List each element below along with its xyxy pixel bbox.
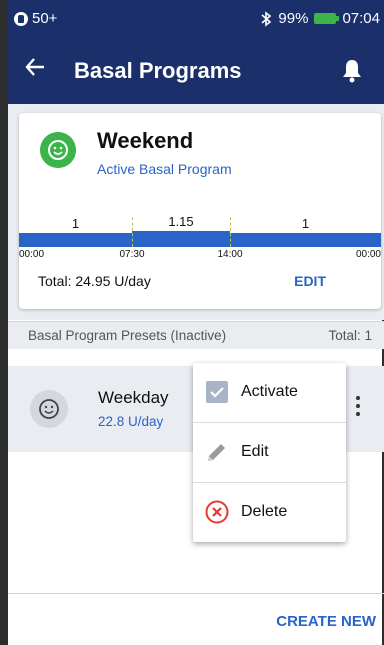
menu-item-delete[interactable]: Delete xyxy=(193,483,346,543)
active-program-status: Active Basal Program xyxy=(97,161,232,177)
time-tick-label: 14:00 xyxy=(217,249,243,260)
back-button[interactable] xyxy=(24,56,46,85)
footer-divider xyxy=(8,593,384,594)
menu-item-edit[interactable]: Edit xyxy=(193,423,346,483)
menu-item-label: Edit xyxy=(241,443,269,460)
menu-item-label: Delete xyxy=(241,503,288,520)
pod-status: 50+ xyxy=(14,10,57,27)
basal-rate-label: 1 xyxy=(71,216,80,231)
pod-status-text: 50+ xyxy=(32,10,58,27)
bluetooth-icon xyxy=(261,10,272,27)
basal-rate-label: 1 xyxy=(301,216,310,231)
device-frame-left xyxy=(0,0,8,645)
basal-segment-bar xyxy=(132,231,230,247)
pod-icon xyxy=(14,11,28,26)
smiley-icon xyxy=(40,132,76,168)
page-title: Basal Programs xyxy=(74,58,242,83)
battery-percent: 99% xyxy=(278,10,309,27)
time-tick-label: 07:30 xyxy=(119,249,145,260)
menu-item-label: Activate xyxy=(241,383,298,400)
delete-circle-icon xyxy=(205,500,229,524)
arrow-left-icon xyxy=(25,58,44,76)
edit-button[interactable]: EDIT xyxy=(294,273,326,289)
time-tick-label: 00:00 xyxy=(19,249,45,260)
app-bar: Basal Programs xyxy=(8,38,384,104)
basal-segment-bar xyxy=(19,233,132,247)
more-vert-icon[interactable] xyxy=(354,396,362,422)
status-bar: 50+ 99% 07:04 xyxy=(8,0,384,38)
pencil-icon xyxy=(208,444,225,461)
system-status: 99% 07:04 xyxy=(260,10,380,27)
battery-charging-icon xyxy=(314,13,340,24)
preset-name: Weekday xyxy=(98,388,169,407)
daily-total: Total: 24.95 U/day xyxy=(38,273,151,289)
create-new-button[interactable]: CREATE NEW xyxy=(276,613,376,630)
bell-icon[interactable] xyxy=(340,58,364,84)
segment-boundary-line xyxy=(230,217,231,247)
active-program-card: Weekend Active Basal Program 1 1.15 1 00:00… xyxy=(19,113,381,309)
time-tick-label: 00:00 xyxy=(355,249,381,260)
basal-rate-label: 1.15 xyxy=(168,214,194,229)
clock: 07:04 xyxy=(342,10,380,27)
menu-item-activate[interactable]: Activate xyxy=(193,363,346,423)
active-program-name: Weekend xyxy=(97,128,194,153)
checkbox-icon xyxy=(206,381,228,403)
preset-rate: 22.8 U/day xyxy=(98,414,164,429)
segment-boundary-line xyxy=(132,217,133,247)
smiley-icon xyxy=(30,390,68,428)
basal-rate-chart: 1 1.15 1 00:00 07:30 14:00 00:00 xyxy=(19,191,381,260)
presets-header: Basal Program Presets (Inactive) Total: … xyxy=(8,321,384,349)
basal-segment-bar xyxy=(230,233,381,247)
context-menu: Activate Edit Delete xyxy=(193,363,346,542)
presets-total: Total: 1 xyxy=(328,328,372,343)
presets-header-label: Basal Program Presets (Inactive) xyxy=(28,328,227,343)
